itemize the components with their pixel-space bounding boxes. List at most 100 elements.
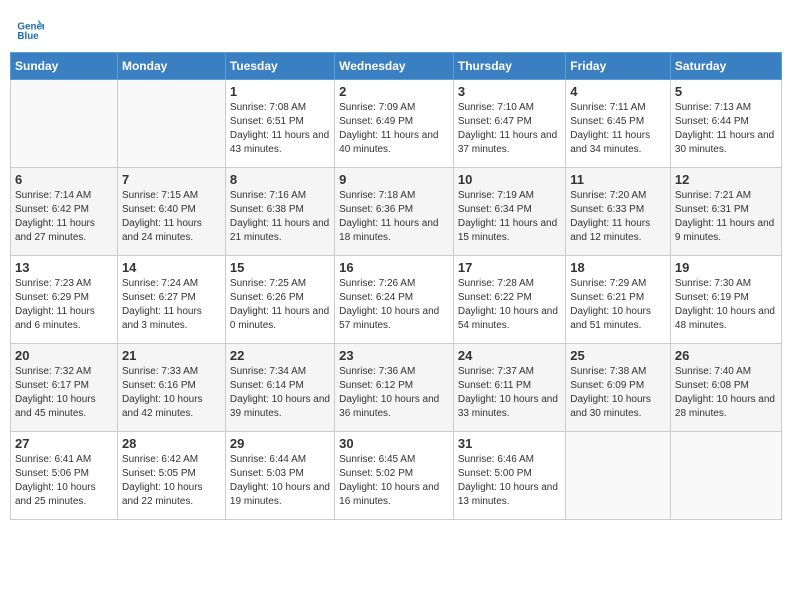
header-tuesday: Tuesday: [225, 53, 334, 80]
calendar-cell: 19 Sunrise: 7:30 AM Sunset: 6:19 PM Dayli…: [670, 256, 781, 344]
calendar-cell: [566, 432, 671, 520]
day-info: Sunrise: 7:34 AM Sunset: 6:14 PM Dayligh…: [230, 365, 330, 421]
calendar-cell: 13Sunrise: 7:23 AM Sunset: 6:29 PM Dayli…: [11, 256, 118, 344]
calendar-cell: 8 Sunrise: 7:16 AM Sunset: 6:38 PM Daylig…: [225, 168, 334, 256]
day-number: 14: [122, 260, 221, 275]
day-number: 2: [339, 84, 449, 99]
calendar-cell: 30 Sunrise: 6:45 AM Sunset: 5:02 PM Dayli…: [335, 432, 454, 520]
week-row-4: 20 Sunrise: 7:32 AM Sunset: 6:17 PM Dayli…: [11, 344, 782, 432]
day-info: Sunrise: 7:28 AM Sunset: 6:22 PM Dayligh…: [458, 277, 561, 333]
day-info: Sunrise: 7:16 AM Sunset: 6:38 PM Dayligh…: [230, 189, 330, 245]
calendar-cell: 26 Sunrise: 7:40 AM Sunset: 6:08 PM Dayli…: [670, 344, 781, 432]
calendar-cell: 1 Sunrise: 7:08 AM Sunset: 6:51 PM Daylig…: [225, 80, 334, 168]
day-number: 25: [570, 348, 666, 363]
calendar-cell: 25Sunrise: 7:38 AM Sunset: 6:09 PM Dayli…: [566, 344, 671, 432]
day-number: 19: [675, 260, 777, 275]
day-number: 1: [230, 84, 330, 99]
day-number: 5: [675, 84, 777, 99]
day-number: 13: [15, 260, 113, 275]
calendar-cell: 31 Sunrise: 6:46 AM Sunset: 5:00 PM Dayli…: [453, 432, 565, 520]
day-number: 9: [339, 172, 449, 187]
day-number: 30: [339, 436, 449, 451]
day-info: Sunrise: 7:13 AM Sunset: 6:44 PM Dayligh…: [675, 101, 777, 157]
calendar-cell: 23Sunrise: 7:36 AM Sunset: 6:12 PM Dayli…: [335, 344, 454, 432]
day-info: Sunrise: 7:20 AM Sunset: 6:33 PM Dayligh…: [570, 189, 666, 245]
day-number: 11: [570, 172, 666, 187]
day-number: 8: [230, 172, 330, 187]
calendar-cell: 4 Sunrise: 7:11 AM Sunset: 6:45 PM Daylig…: [566, 80, 671, 168]
calendar-cell: 9 Sunrise: 7:18 AM Sunset: 6:36 PM Daylig…: [335, 168, 454, 256]
day-number: 21: [122, 348, 221, 363]
day-info: Sunrise: 6:45 AM Sunset: 5:02 PM Dayligh…: [339, 453, 449, 509]
day-info: Sunrise: 6:41 AM Sunset: 5:06 PM Dayligh…: [15, 453, 113, 509]
day-info: Sunrise: 7:29 AM Sunset: 6:21 PM Dayligh…: [570, 277, 666, 333]
logo-icon: General Blue: [16, 14, 44, 42]
calendar-cell: 20 Sunrise: 7:32 AM Sunset: 6:17 PM Dayli…: [11, 344, 118, 432]
calendar-cell: 15Sunrise: 7:25 AM Sunset: 6:26 PM Dayli…: [225, 256, 334, 344]
calendar-cell: 3 Sunrise: 7:10 AM Sunset: 6:47 PM Daylig…: [453, 80, 565, 168]
day-info: Sunrise: 7:09 AM Sunset: 6:49 PM Dayligh…: [339, 101, 449, 157]
calendar-table: SundayMondayTuesdayWednesdayThursdayFrid…: [10, 52, 782, 520]
day-number: 27: [15, 436, 113, 451]
day-number: 4: [570, 84, 666, 99]
day-number: 23: [339, 348, 449, 363]
day-info: Sunrise: 6:46 AM Sunset: 5:00 PM Dayligh…: [458, 453, 561, 509]
week-row-3: 13Sunrise: 7:23 AM Sunset: 6:29 PM Dayli…: [11, 256, 782, 344]
day-info: Sunrise: 7:15 AM Sunset: 6:40 PM Dayligh…: [122, 189, 221, 245]
calendar-cell: 2 Sunrise: 7:09 AM Sunset: 6:49 PM Daylig…: [335, 80, 454, 168]
day-info: Sunrise: 7:26 AM Sunset: 6:24 PM Dayligh…: [339, 277, 449, 333]
day-info: Sunrise: 7:25 AM Sunset: 6:26 PM Dayligh…: [230, 277, 330, 333]
calendar-cell: 18Sunrise: 7:29 AM Sunset: 6:21 PM Dayli…: [566, 256, 671, 344]
week-row-1: 1 Sunrise: 7:08 AM Sunset: 6:51 PM Daylig…: [11, 80, 782, 168]
calendar-header-row: SundayMondayTuesdayWednesdayThursdayFrid…: [11, 53, 782, 80]
day-number: 16: [339, 260, 449, 275]
day-info: Sunrise: 6:42 AM Sunset: 5:05 PM Dayligh…: [122, 453, 221, 509]
day-info: Sunrise: 7:32 AM Sunset: 6:17 PM Dayligh…: [15, 365, 113, 421]
calendar-cell: 10 Sunrise: 7:19 AM Sunset: 6:34 PM Dayli…: [453, 168, 565, 256]
calendar-cell: 5 Sunrise: 7:13 AM Sunset: 6:44 PM Daylig…: [670, 80, 781, 168]
day-number: 6: [15, 172, 113, 187]
logo: General Blue: [16, 14, 48, 42]
day-number: 17: [458, 260, 561, 275]
day-info: Sunrise: 7:19 AM Sunset: 6:34 PM Dayligh…: [458, 189, 561, 245]
calendar-cell: 16 Sunrise: 7:26 AM Sunset: 6:24 PM Dayli…: [335, 256, 454, 344]
day-number: 22: [230, 348, 330, 363]
header-friday: Friday: [566, 53, 671, 80]
day-number: 24: [458, 348, 561, 363]
day-info: Sunrise: 7:11 AM Sunset: 6:45 PM Dayligh…: [570, 101, 666, 157]
calendar-cell: [670, 432, 781, 520]
page-header: General Blue: [10, 10, 782, 46]
week-row-2: 6Sunrise: 7:14 AM Sunset: 6:42 PM Daylig…: [11, 168, 782, 256]
svg-text:Blue: Blue: [17, 31, 39, 42]
week-row-5: 27 Sunrise: 6:41 AM Sunset: 5:06 PM Dayli…: [11, 432, 782, 520]
day-info: Sunrise: 7:10 AM Sunset: 6:47 PM Dayligh…: [458, 101, 561, 157]
calendar-cell: 22 Sunrise: 7:34 AM Sunset: 6:14 PM Dayli…: [225, 344, 334, 432]
day-number: 26: [675, 348, 777, 363]
day-number: 20: [15, 348, 113, 363]
header-monday: Monday: [117, 53, 225, 80]
day-number: 3: [458, 84, 561, 99]
calendar-cell: 11 Sunrise: 7:20 AM Sunset: 6:33 PM Dayli…: [566, 168, 671, 256]
day-number: 10: [458, 172, 561, 187]
day-number: 31: [458, 436, 561, 451]
header-saturday: Saturday: [670, 53, 781, 80]
day-number: 29: [230, 436, 330, 451]
calendar-cell: 29 Sunrise: 6:44 AM Sunset: 5:03 PM Dayli…: [225, 432, 334, 520]
calendar-cell: [11, 80, 118, 168]
day-info: Sunrise: 7:18 AM Sunset: 6:36 PM Dayligh…: [339, 189, 449, 245]
calendar-cell: 14 Sunrise: 7:24 AM Sunset: 6:27 PM Dayli…: [117, 256, 225, 344]
day-info: Sunrise: 7:40 AM Sunset: 6:08 PM Dayligh…: [675, 365, 777, 421]
day-info: Sunrise: 7:21 AM Sunset: 6:31 PM Dayligh…: [675, 189, 777, 245]
day-info: Sunrise: 6:44 AM Sunset: 5:03 PM Dayligh…: [230, 453, 330, 509]
calendar-cell: 27 Sunrise: 6:41 AM Sunset: 5:06 PM Dayli…: [11, 432, 118, 520]
calendar-cell: [117, 80, 225, 168]
calendar-cell: 6Sunrise: 7:14 AM Sunset: 6:42 PM Daylig…: [11, 168, 118, 256]
day-info: Sunrise: 7:30 AM Sunset: 6:19 PM Dayligh…: [675, 277, 777, 333]
calendar-cell: 24Sunrise: 7:37 AM Sunset: 6:11 PM Dayli…: [453, 344, 565, 432]
calendar-cell: 17 Sunrise: 7:28 AM Sunset: 6:22 PM Dayli…: [453, 256, 565, 344]
day-info: Sunrise: 7:33 AM Sunset: 6:16 PM Dayligh…: [122, 365, 221, 421]
day-info: Sunrise: 7:08 AM Sunset: 6:51 PM Dayligh…: [230, 101, 330, 157]
header-wednesday: Wednesday: [335, 53, 454, 80]
day-info: Sunrise: 7:24 AM Sunset: 6:27 PM Dayligh…: [122, 277, 221, 333]
day-number: 12: [675, 172, 777, 187]
